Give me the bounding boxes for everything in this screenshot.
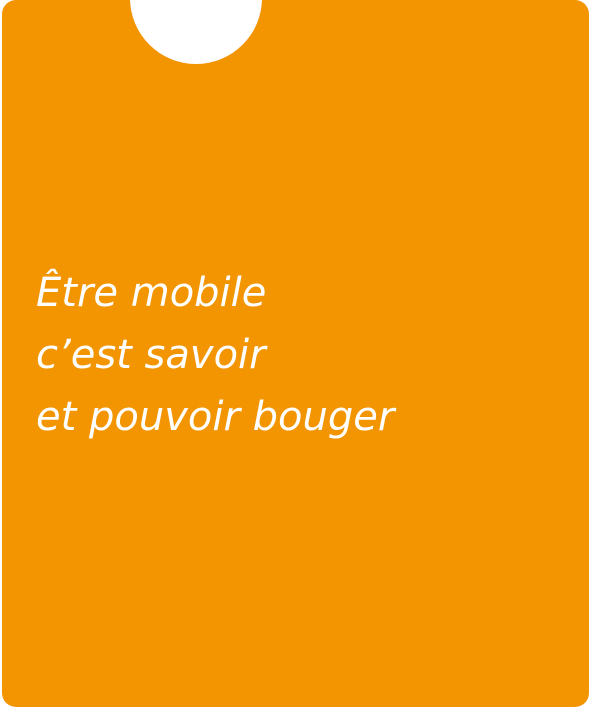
headline-text: Être mobile c’est savoir et pouvoir boug…: [36, 262, 394, 448]
headline-line-3: et pouvoir bouger: [36, 394, 395, 440]
semicircle-notch: [130, 0, 262, 64]
orange-card: Être mobile c’est savoir et pouvoir boug…: [2, 0, 589, 707]
headline-line-2: c’est savoir: [36, 332, 266, 378]
headline-line-1: Être mobile: [36, 270, 267, 316]
